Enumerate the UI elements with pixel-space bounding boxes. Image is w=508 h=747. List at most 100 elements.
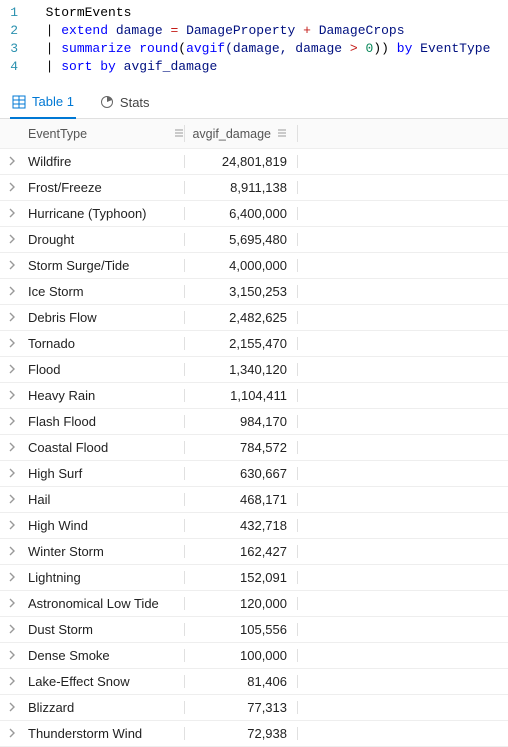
table-row[interactable]: Hail468,171 [0, 487, 508, 513]
table-row[interactable]: Winter Storm162,427 [0, 539, 508, 565]
tab-table[interactable]: Table 1 [10, 90, 76, 119]
table-row[interactable]: Tornado2,155,470 [0, 331, 508, 357]
row-expander[interactable] [0, 388, 24, 403]
table-row[interactable]: Dust Storm105,556 [0, 617, 508, 643]
row-expander[interactable] [0, 180, 24, 195]
cell-damage: 120,000 [185, 596, 297, 611]
row-expander[interactable] [0, 700, 24, 715]
col-divider[interactable] [297, 337, 298, 350]
row-expander[interactable] [0, 414, 24, 429]
col-divider[interactable] [297, 727, 298, 740]
query-editor[interactable]: 1 StormEvents2 | extend damage = DamageP… [0, 0, 508, 82]
row-expander[interactable] [0, 310, 24, 325]
col-divider[interactable] [297, 493, 298, 506]
table-row[interactable]: Heavy Rain1,104,411 [0, 383, 508, 409]
code-line[interactable]: 4 | sort by avgif_damage [0, 58, 508, 76]
table-row[interactable]: Flash Flood984,170 [0, 409, 508, 435]
cell-eventtype: Thunderstorm Wind [24, 726, 184, 741]
col-divider[interactable] [297, 675, 298, 688]
table-row[interactable]: High Wind432,718 [0, 513, 508, 539]
row-expander[interactable] [0, 258, 24, 273]
col-divider[interactable] [297, 311, 298, 324]
col-divider[interactable] [297, 415, 298, 428]
col-divider[interactable] [297, 181, 298, 194]
table-row[interactable]: Frost/Freeze8,911,138 [0, 175, 508, 201]
col-divider[interactable] [297, 545, 298, 558]
cell-eventtype: Tornado [24, 336, 184, 351]
table-row[interactable]: Thunderstorm Wind72,938 [0, 721, 508, 747]
col-divider[interactable] [297, 649, 298, 662]
col-divider[interactable] [297, 701, 298, 714]
col-divider[interactable] [297, 285, 298, 298]
cell-eventtype: Flash Flood [24, 414, 184, 429]
table-row[interactable]: Blizzard77,313 [0, 695, 508, 721]
table-row[interactable]: Flood1,340,120 [0, 357, 508, 383]
col-divider[interactable] [297, 155, 298, 168]
stats-icon [100, 95, 114, 109]
col-divider[interactable] [297, 363, 298, 376]
col-divider[interactable] [297, 125, 298, 142]
col-divider[interactable] [297, 623, 298, 636]
row-expander[interactable] [0, 232, 24, 247]
table-row[interactable]: High Surf630,667 [0, 461, 508, 487]
col-divider[interactable] [297, 519, 298, 532]
cell-damage: 2,482,625 [185, 310, 297, 325]
col-header-eventtype[interactable]: EventType [24, 127, 184, 141]
row-expander[interactable] [0, 440, 24, 455]
row-expander[interactable] [0, 336, 24, 351]
row-expander[interactable] [0, 570, 24, 585]
row-expander[interactable] [0, 206, 24, 221]
col-divider[interactable] [297, 259, 298, 272]
table-row[interactable]: Astronomical Low Tide120,000 [0, 591, 508, 617]
table-row[interactable]: Lake-Effect Snow81,406 [0, 669, 508, 695]
row-expander[interactable] [0, 492, 24, 507]
table-row[interactable]: Storm Surge/Tide4,000,000 [0, 253, 508, 279]
col-menu-icon[interactable] [174, 127, 184, 141]
col-divider[interactable] [297, 441, 298, 454]
col-menu-icon[interactable] [277, 127, 287, 141]
code-content[interactable]: | sort by avgif_damage [30, 58, 217, 76]
row-expander[interactable] [0, 284, 24, 299]
code-line[interactable]: 3 | summarize round(avgif(damage, damage… [0, 40, 508, 58]
col-divider[interactable] [297, 207, 298, 220]
table-row[interactable]: Wildfire24,801,819 [0, 149, 508, 175]
cell-damage: 72,938 [185, 726, 297, 741]
cell-eventtype: Dense Smoke [24, 648, 184, 663]
row-expander[interactable] [0, 648, 24, 663]
table-row[interactable]: Dense Smoke100,000 [0, 643, 508, 669]
cell-damage: 1,340,120 [185, 362, 297, 377]
col-divider[interactable] [297, 597, 298, 610]
table-row[interactable]: Lightning152,091 [0, 565, 508, 591]
cell-damage: 468,171 [185, 492, 297, 507]
row-expander[interactable] [0, 518, 24, 533]
row-expander[interactable] [0, 622, 24, 637]
table-row[interactable]: Hurricane (Typhoon)6,400,000 [0, 201, 508, 227]
code-line[interactable]: 2 | extend damage = DamageProperty + Dam… [0, 22, 508, 40]
row-expander[interactable] [0, 544, 24, 559]
code-content[interactable]: | summarize round(avgif(damage, damage >… [30, 40, 490, 58]
row-expander[interactable] [0, 466, 24, 481]
table-row[interactable]: Coastal Flood784,572 [0, 435, 508, 461]
table-row[interactable]: Ice Storm3,150,253 [0, 279, 508, 305]
row-expander[interactable] [0, 362, 24, 377]
row-expander[interactable] [0, 596, 24, 611]
code-line[interactable]: 1 StormEvents [0, 4, 508, 22]
code-content[interactable]: StormEvents [30, 4, 131, 22]
col-divider[interactable] [297, 389, 298, 402]
col-divider[interactable] [297, 571, 298, 584]
row-expander[interactable] [0, 154, 24, 169]
col-divider[interactable] [297, 233, 298, 246]
table-row[interactable]: Debris Flow2,482,625 [0, 305, 508, 331]
cell-eventtype: High Surf [24, 466, 184, 481]
tab-stats[interactable]: Stats [98, 90, 152, 118]
cell-eventtype: Coastal Flood [24, 440, 184, 455]
col-header-damage[interactable]: avgif_damage [185, 127, 297, 141]
code-content[interactable]: | extend damage = DamageProperty + Damag… [30, 22, 405, 40]
row-expander[interactable] [0, 726, 24, 741]
col-divider[interactable] [297, 467, 298, 480]
cell-damage: 4,000,000 [185, 258, 297, 273]
line-number: 3 [0, 40, 30, 58]
row-expander[interactable] [0, 674, 24, 689]
cell-damage: 162,427 [185, 544, 297, 559]
table-row[interactable]: Drought5,695,480 [0, 227, 508, 253]
